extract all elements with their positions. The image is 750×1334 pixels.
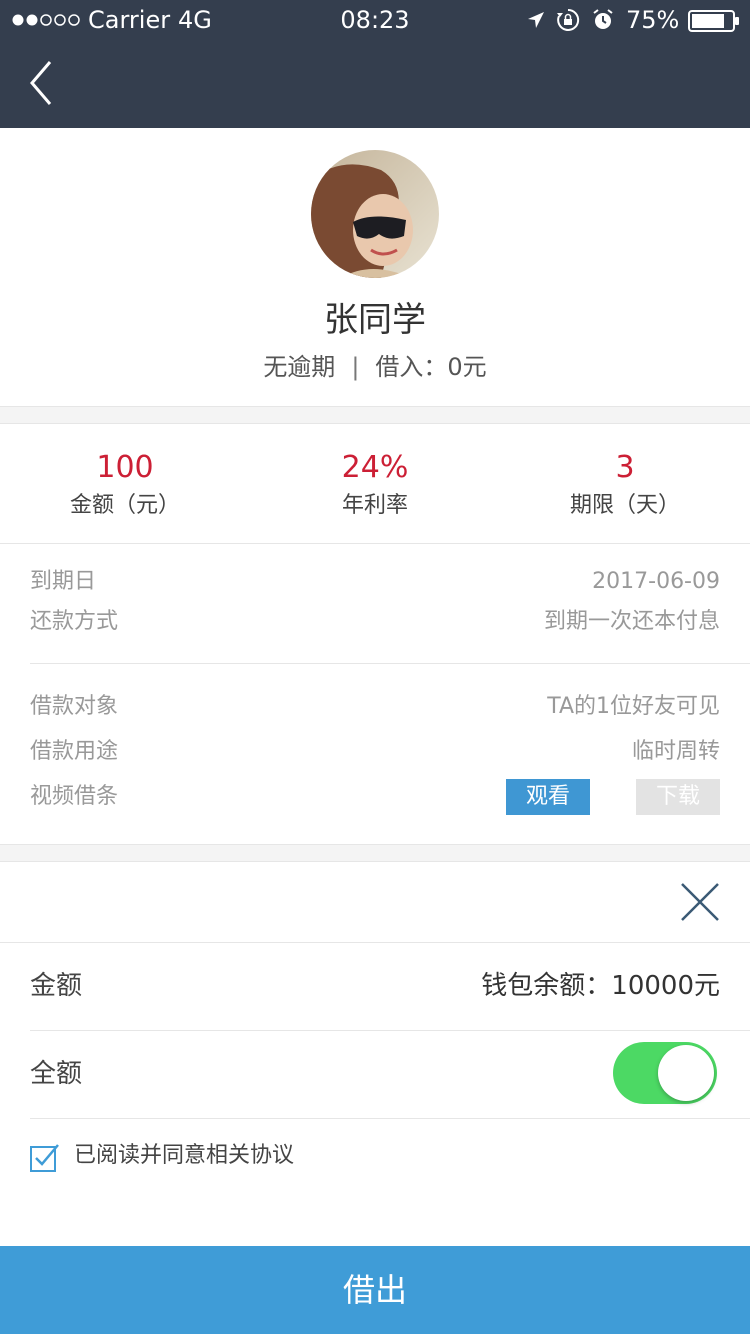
rotation-lock-icon: [556, 8, 580, 32]
loan-purpose-label: 借款用途: [30, 739, 119, 764]
back-button[interactable]: [20, 52, 68, 116]
stat-interest-rate: 24% 年利率: [250, 448, 500, 522]
top-bar: Carrier 4G 08:23 75%: [0, 0, 750, 128]
stat-label: 金额（元）: [69, 493, 180, 518]
section-divider: [0, 844, 750, 862]
chevron-left-icon: [30, 61, 52, 105]
profile-summary: 无逾期 | 借入：0元: [0, 350, 750, 384]
divider: [30, 1030, 750, 1031]
divider: [0, 942, 750, 943]
stat-amount: 100 金额（元）: [0, 448, 250, 522]
divider: [30, 663, 750, 664]
full-amount-toggle[interactable]: [613, 1042, 717, 1104]
download-video-button[interactable]: 下载: [636, 779, 720, 815]
due-date-label: 到期日: [30, 569, 97, 594]
stat-term: 3 期限（天）: [500, 448, 750, 522]
watch-video-button[interactable]: 观看: [506, 779, 590, 815]
video-note-label: 视频借条: [30, 784, 119, 809]
divider: [30, 1118, 750, 1119]
amount-label: 金额: [30, 971, 83, 1001]
divider: [0, 543, 750, 544]
battery-percent: 75%: [626, 6, 680, 34]
checkbox-checked-icon: [30, 1144, 59, 1172]
stat-value: 100: [96, 450, 154, 485]
repayment-value: 到期一次还本付息: [543, 609, 720, 634]
due-date-value: 2017-06-09: [592, 569, 720, 594]
lend-button[interactable]: 借出: [0, 1246, 750, 1334]
battery-icon: [688, 10, 740, 32]
borrowed-amount: 借入：0元: [375, 353, 487, 381]
overdue-status: 无逾期: [263, 353, 336, 381]
stat-label: 年利率: [341, 493, 408, 518]
profile-name: 张同学: [324, 300, 426, 340]
avatar: [311, 150, 439, 278]
stat-value: 3: [615, 450, 635, 485]
stat-label: 期限（天）: [569, 493, 680, 518]
separator: |: [351, 353, 360, 381]
location-icon: [526, 10, 546, 30]
toggle-knob: [658, 1045, 714, 1101]
repayment-label: 还款方式: [30, 609, 119, 634]
loan-purpose-value: 临时周转: [631, 739, 720, 764]
close-icon: [681, 883, 719, 921]
loan-target-label: 借款对象: [30, 694, 119, 719]
agree-text[interactable]: 已阅读并同意相关协议: [74, 1138, 294, 1174]
agree-checkbox[interactable]: [30, 1142, 60, 1172]
wallet-balance: 钱包余额：10000元: [481, 971, 720, 1001]
full-amount-label: 全额: [30, 1059, 83, 1089]
loan-target-value: TA的1位好友可见: [547, 694, 720, 719]
alarm-icon: [591, 8, 615, 32]
close-button[interactable]: [676, 878, 724, 926]
stat-value: 24%: [341, 450, 409, 485]
section-divider: [0, 406, 750, 424]
